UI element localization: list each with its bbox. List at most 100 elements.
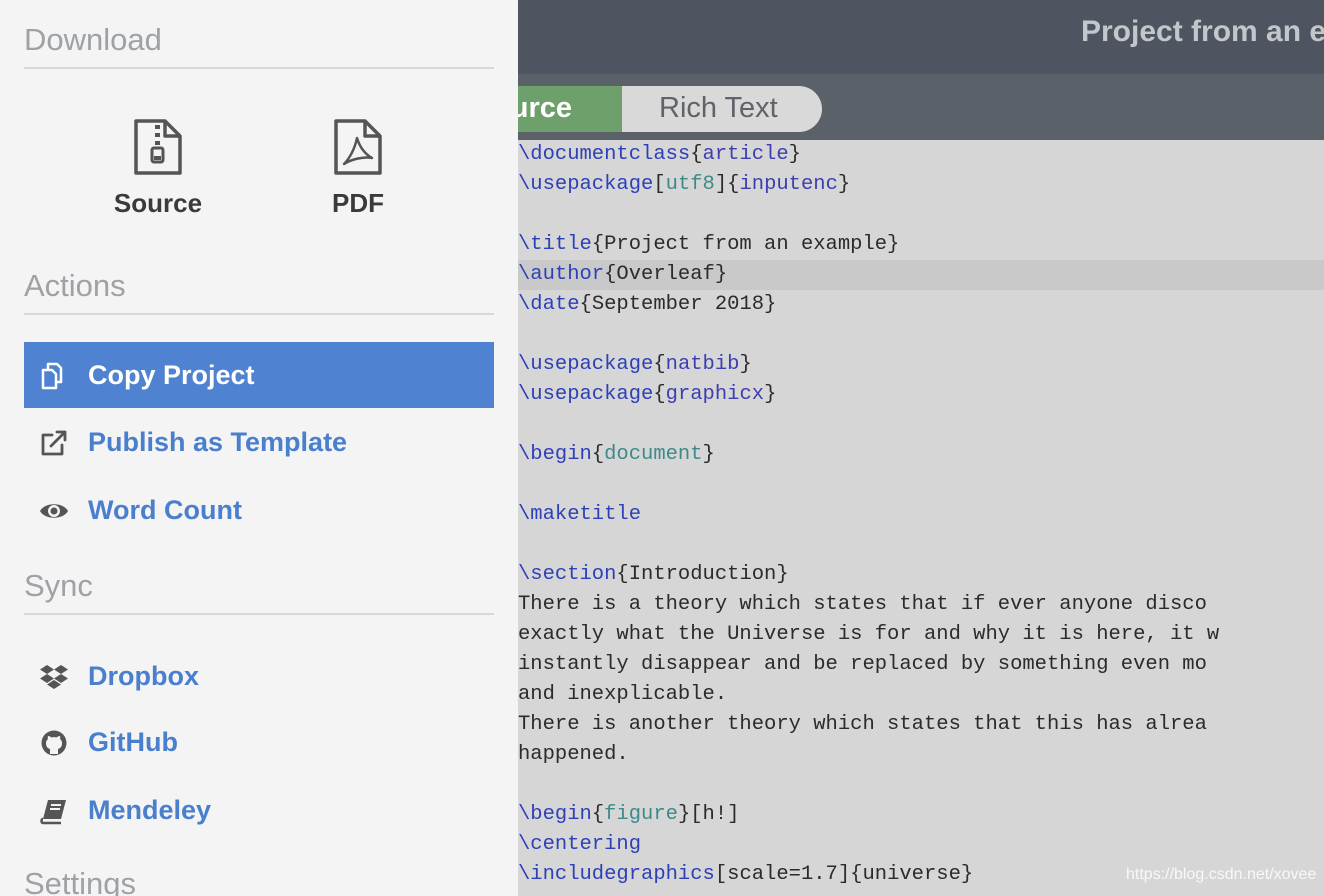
code-line[interactable] — [518, 470, 1324, 500]
code-token: {September 2018} — [579, 293, 777, 316]
code-token: \date — [518, 293, 580, 316]
code-line[interactable]: \centering — [518, 830, 1324, 860]
mendeley-label: Mendeley — [88, 795, 212, 825]
word-count-label: Word Count — [88, 495, 242, 525]
mendeley-button[interactable]: Mendeley — [24, 777, 494, 843]
code-token: graphicx — [665, 383, 765, 406]
code-token: and inexplicable. — [518, 683, 728, 706]
code-token: \section — [518, 563, 617, 586]
sync-divider — [24, 613, 494, 615]
eye-icon — [40, 504, 68, 518]
code-token: { — [653, 383, 666, 406]
code-token: happened. — [518, 743, 629, 766]
github-label: GitHub — [88, 727, 178, 757]
code-token: document — [604, 443, 703, 466]
code-token: [ — [653, 173, 666, 196]
code-token: {Introduction} — [616, 563, 789, 586]
actions-divider — [24, 313, 494, 315]
code-editor[interactable]: \documentclass{article} \usepackage[utf8]… — [518, 140, 1324, 896]
code-line[interactable]: \title{Project from an example} — [518, 230, 1324, 260]
code-token: There is a theory which states that if e… — [518, 593, 1207, 616]
code-line[interactable]: \begin{figure}[h!] — [518, 800, 1324, 830]
download-source-button[interactable]: Source — [78, 118, 238, 219]
code-token: {Overleaf} — [604, 263, 728, 286]
code-line[interactable] — [518, 410, 1324, 440]
pdf-file-icon — [334, 119, 382, 175]
download-header: Download — [24, 22, 162, 57]
code-line[interactable]: exactly what the Universe is for and why… — [518, 620, 1324, 650]
code-token: \usepackage — [518, 383, 654, 406]
code-line[interactable]: and inexplicable. — [518, 680, 1324, 710]
code-line[interactable]: \begin{document} — [518, 440, 1324, 470]
left-menu: Download Source PDF Actions Copy Project — [0, 0, 518, 896]
code-token: } — [739, 353, 752, 376]
code-token: } — [702, 443, 715, 466]
code-token: \documentclass — [518, 143, 691, 166]
code-line[interactable]: \usepackage[utf8]{inputenc} — [518, 170, 1324, 200]
copy-icon — [41, 362, 63, 390]
copy-project-label: Copy Project — [88, 360, 255, 390]
download-source-label: Source — [113, 188, 203, 218]
code-token: \usepackage — [518, 173, 654, 196]
code-token: \begin — [518, 443, 592, 466]
download-pdf-button[interactable]: PDF — [278, 118, 438, 219]
code-token: \usepackage — [518, 353, 654, 376]
settings-header: Settings — [24, 866, 137, 896]
code-line[interactable] — [518, 200, 1324, 230]
publish-template-button[interactable]: Publish as Template — [24, 409, 494, 475]
actions-header: Actions — [24, 268, 126, 303]
download-divider — [24, 67, 494, 69]
github-icon — [41, 730, 67, 756]
code-token: article — [702, 143, 789, 166]
dropbox-label: Dropbox — [88, 661, 199, 691]
code-line[interactable]: There is a theory which states that if e… — [518, 590, 1324, 620]
watermark: https://blog.csdn.net/xovee — [1126, 866, 1317, 883]
code-token: [scale=1.7]{universe} — [714, 863, 974, 886]
code-line[interactable]: \author{Overleaf} — [518, 260, 1324, 290]
code-token: There is another theory which states tha… — [518, 713, 1207, 736]
book-icon — [40, 800, 66, 825]
github-button[interactable]: GitHub — [24, 709, 494, 775]
code-token: inputenc — [739, 173, 838, 196]
code-token: \includegraphics — [518, 863, 715, 886]
code-line[interactable] — [518, 770, 1324, 800]
code-token: {Project from an example} — [591, 233, 900, 256]
project-title: Project from an e — [1081, 15, 1324, 48]
code-line[interactable]: \documentclass{article} — [518, 140, 1324, 170]
code-token: { — [690, 143, 703, 166]
code-token: }[h!] — [677, 803, 740, 826]
code-line[interactable]: instantly disappear and be replaced by s… — [518, 650, 1324, 680]
code-token: \author — [518, 263, 605, 286]
code-line[interactable] — [518, 320, 1324, 350]
zip-file-icon — [134, 119, 182, 175]
code-line[interactable]: \usepackage{natbib} — [518, 350, 1324, 380]
dropbox-icon — [40, 665, 68, 689]
code-token: \centering — [518, 833, 642, 856]
code-token: figure — [604, 803, 678, 826]
code-line[interactable]: \section{Introduction} — [518, 560, 1324, 590]
code-token: ]{ — [714, 173, 740, 196]
copy-project-button[interactable]: Copy Project — [24, 342, 494, 408]
code-token: } — [837, 173, 851, 196]
download-pdf-label: PDF — [332, 188, 384, 218]
code-token: exactly what the Universe is for and why… — [518, 623, 1220, 646]
rich-text-mode-button[interactable]: Rich Text — [622, 86, 822, 132]
publish-template-label: Publish as Template — [88, 427, 348, 457]
code-line[interactable]: \maketitle — [518, 500, 1324, 530]
code-line[interactable]: \usepackage{graphicx} — [518, 380, 1324, 410]
sync-header: Sync — [24, 568, 93, 603]
code-lines[interactable]: \documentclass{article} \usepackage[utf8]… — [518, 140, 1324, 890]
dropbox-button[interactable]: Dropbox — [24, 643, 494, 709]
code-token: } — [764, 383, 777, 406]
code-line[interactable] — [518, 530, 1324, 560]
code-line[interactable]: \date{September 2018} — [518, 290, 1324, 320]
code-token: \begin — [518, 803, 592, 826]
code-token: \title — [518, 233, 592, 256]
code-line[interactable]: happened. — [518, 740, 1324, 770]
code-token: } — [788, 143, 801, 166]
code-token: \maketitle — [518, 503, 642, 526]
code-token: { — [653, 353, 666, 376]
word-count-button[interactable]: Word Count — [24, 477, 494, 543]
code-line[interactable]: There is another theory which states tha… — [518, 710, 1324, 740]
code-token: { — [591, 443, 605, 466]
